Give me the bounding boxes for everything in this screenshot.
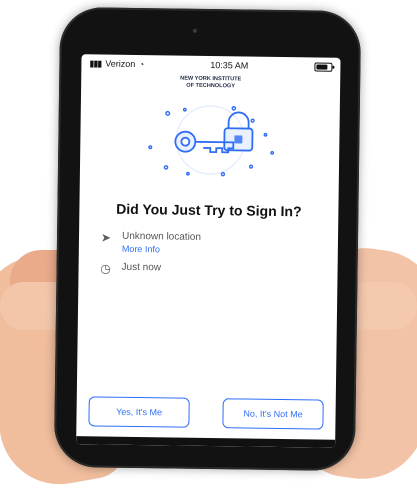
phone-screen: ▮▮▮ Verizon ◔ 10:35 AM NEW YORK INSTITUT… <box>76 54 341 448</box>
location-text: Unknown location <box>121 230 202 243</box>
action-buttons: Yes, It's Me No, It's Not Me <box>88 396 324 430</box>
phone-speaker <box>192 28 197 33</box>
page-title: Did You Just Try to Sign In? <box>116 200 302 220</box>
location-row: ➤ Unknown location More Info <box>99 230 202 255</box>
signal-icon: ▮▮▮ <box>89 57 102 68</box>
carrier-label: Verizon <box>105 58 136 69</box>
location-arrow-icon: ➤ <box>100 230 112 245</box>
yes-button[interactable]: Yes, It's Me <box>88 396 190 428</box>
status-time: 10:35 AM <box>210 60 249 71</box>
battery-icon <box>314 61 333 72</box>
wifi-icon: ◔ <box>139 59 145 69</box>
bottom-bezel <box>76 436 336 448</box>
more-info-link[interactable]: More Info <box>122 244 201 255</box>
institution-logo: NEW YORK INSTITUTE OF TECHNOLOGY <box>180 75 242 89</box>
clock-icon: ◷ <box>100 261 111 276</box>
no-button[interactable]: No, It's Not Me <box>222 398 324 430</box>
status-left: ▮▮▮ Verizon ◔ <box>89 58 144 70</box>
time-text: Just now <box>121 261 162 274</box>
time-row: ◷ Just now <box>98 261 161 276</box>
key-lock-illustration <box>148 105 275 177</box>
phone-frame: ▮▮▮ Verizon ◔ 10:35 AM NEW YORK INSTITUT… <box>53 6 362 472</box>
status-bar: ▮▮▮ Verizon ◔ 10:35 AM <box>81 54 340 76</box>
